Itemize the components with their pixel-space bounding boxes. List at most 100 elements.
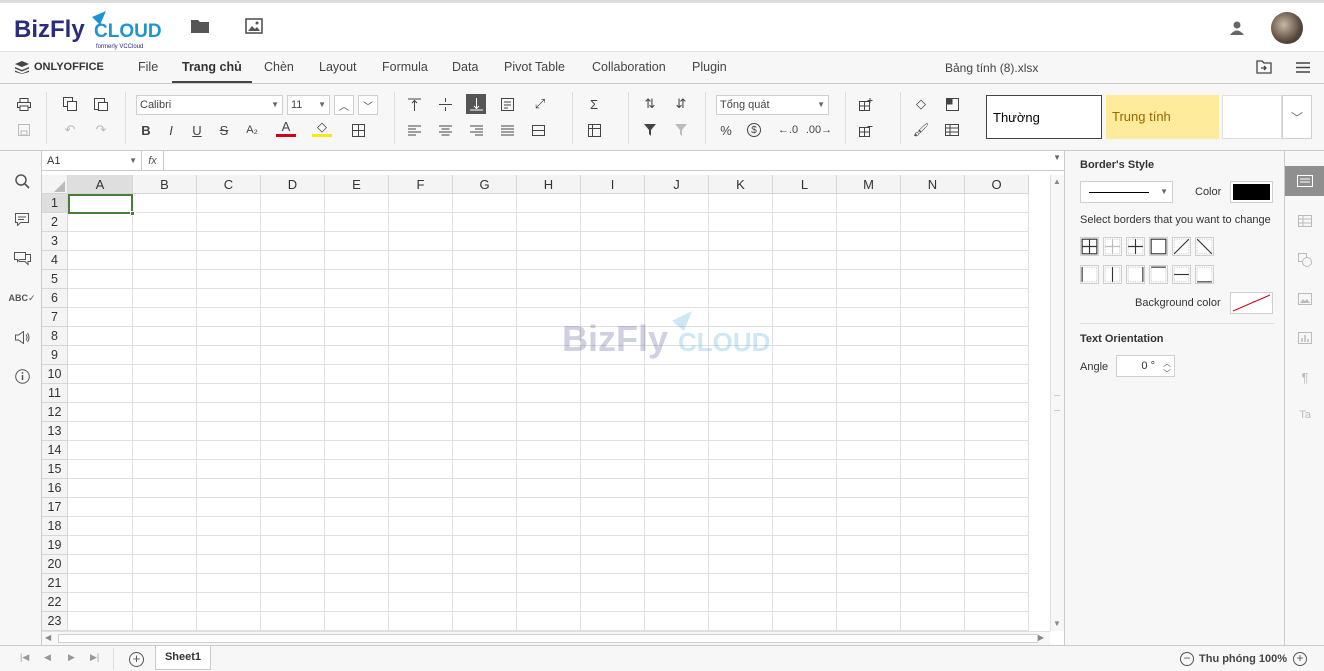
column-header-g[interactable]: G [453,175,517,194]
undo-icon[interactable]: ↶ [60,120,80,140]
copy-icon[interactable] [60,94,80,114]
scroll-up-icon[interactable]: ▲ [1053,177,1061,186]
chart-settings-icon[interactable] [1296,329,1314,347]
redo-icon[interactable]: ↷ [91,120,111,140]
paragraph-settings-icon[interactable]: ¶ [1296,368,1314,386]
border-bottom-border-icon[interactable] [1195,265,1214,284]
column-header-c[interactable]: C [197,175,261,194]
column-header-l[interactable]: L [773,175,837,194]
search-icon[interactable] [13,172,31,190]
format-as-table-icon[interactable] [942,120,962,140]
align-center-icon[interactable] [435,120,455,140]
vertical-scrollbar[interactable]: ▲ ▼ [1050,175,1064,631]
row-header-22[interactable]: 22 [42,593,68,612]
user-icon[interactable] [1229,20,1245,36]
sum-button[interactable]: Σ [584,94,604,114]
align-right-icon[interactable] [466,120,486,140]
angle-input[interactable]: 0 ° ︿ ﹀ [1116,355,1175,378]
next-sheet-icon[interactable]: ▶ [68,652,75,663]
strikethrough-button[interactable]: S [214,120,234,140]
scroll-right-icon[interactable]: ▶ [1038,633,1044,642]
border-color-button[interactable] [1230,181,1273,203]
scroll-down-icon[interactable]: ▼ [1053,619,1061,628]
border-all-borders-icon[interactable] [1080,237,1099,256]
column-header-i[interactable]: I [581,175,645,194]
first-sheet-icon[interactable]: |◀ [20,652,29,663]
expand-formula-icon[interactable]: ▼ [1053,153,1061,162]
conditional-format-icon[interactable] [942,94,962,114]
shape-settings-icon[interactable] [1296,251,1314,269]
number-format-select[interactable]: Tổng quát ▼ [716,95,829,115]
tab-insert[interactable]: Chèn [264,52,294,83]
border-diagonal-up-icon[interactable] [1172,237,1191,256]
selected-cell[interactable] [68,194,133,214]
row-header-19[interactable]: 19 [42,536,68,555]
border-left-border-icon[interactable] [1080,265,1099,284]
borders-icon[interactable] [348,120,368,140]
save-icon[interactable] [14,120,34,140]
percent-button[interactable]: % [716,120,736,140]
image-settings-icon[interactable] [1296,290,1314,308]
row-header-5[interactable]: 5 [42,270,68,289]
chat-icon[interactable] [13,250,31,268]
font-name-select[interactable]: Calibri ▼ [136,95,283,115]
underline-button[interactable]: U [187,120,207,140]
comments-icon[interactable] [13,210,31,228]
row-header-21[interactable]: 21 [42,574,68,593]
column-header-h[interactable]: H [517,175,581,194]
font-color-button[interactable]: A [276,119,296,137]
tab-layout[interactable]: Layout [319,52,357,83]
row-header-12[interactable]: 12 [42,403,68,422]
row-header-14[interactable]: 14 [42,441,68,460]
spellcheck-icon[interactable]: ABC✓ [8,289,35,307]
add-sheet-icon[interactable]: + [129,652,144,667]
open-location-icon[interactable] [1256,60,1272,74]
style-neutral[interactable]: Trung tính [1106,95,1219,139]
row-header-3[interactable]: 3 [42,232,68,251]
paste-icon[interactable] [91,94,111,114]
row-header-6[interactable]: 6 [42,289,68,308]
sheet-tab-sheet1[interactable]: Sheet1 [155,646,211,670]
justify-icon[interactable] [497,120,517,140]
avatar[interactable] [1271,12,1303,44]
print-icon[interactable] [14,94,34,114]
scroll-thumb[interactable] [58,634,1038,643]
tab-pivot-table[interactable]: Pivot Table [504,52,565,83]
border-inner-cross-icon[interactable] [1126,237,1145,256]
row-header-17[interactable]: 17 [42,498,68,517]
menu-icon[interactable] [1296,62,1310,73]
row-header-10[interactable]: 10 [42,365,68,384]
column-header-j[interactable]: J [645,175,709,194]
decrease-decimal-icon[interactable]: ←.0 [778,120,798,140]
table-settings-icon[interactable] [1296,212,1314,230]
border-inner-borders-icon[interactable] [1103,237,1122,256]
row-header-13[interactable]: 13 [42,422,68,441]
cell-settings-tab[interactable] [1285,166,1324,196]
fill-handle[interactable] [130,211,135,216]
fill-color-icon[interactable]: ◇ [312,119,332,137]
tab-formula[interactable]: Formula [382,52,428,83]
wrap-text-icon[interactable] [497,94,517,114]
prev-sheet-icon[interactable]: ◀ [44,652,51,663]
clear-filter-icon[interactable] [671,120,691,140]
row-header-2[interactable]: 2 [42,213,68,232]
border-inner-horizontal-icon[interactable] [1172,265,1191,284]
filter-icon[interactable] [640,120,660,140]
column-header-m[interactable]: M [837,175,901,194]
tab-file[interactable]: File [138,52,158,83]
image-icon[interactable] [245,18,263,34]
align-left-icon[interactable] [404,120,424,140]
border-outer-borders-icon[interactable] [1149,237,1168,256]
row-header-1[interactable]: 1 [42,194,68,213]
column-header-k[interactable]: K [709,175,773,194]
increase-decimal-icon[interactable]: .00→ [806,120,832,140]
spreadsheet-grid[interactable]: ABCDEFGHIJKLMNO 1 2 3 4 5 6 7 8 9 10 11 12 13 14 15 16 1… [42,175,1050,631]
bold-button[interactable]: B [136,120,156,140]
folder-icon[interactable] [191,19,209,33]
row-header-9[interactable]: 9 [42,346,68,365]
column-header-o[interactable]: O [965,175,1029,194]
select-all-corner[interactable] [42,175,68,194]
decrease-font-button[interactable]: ﹀ [358,95,378,115]
cell-reference-box[interactable]: A1 ▼ [42,151,142,171]
style-normal[interactable]: Thường [986,95,1102,139]
